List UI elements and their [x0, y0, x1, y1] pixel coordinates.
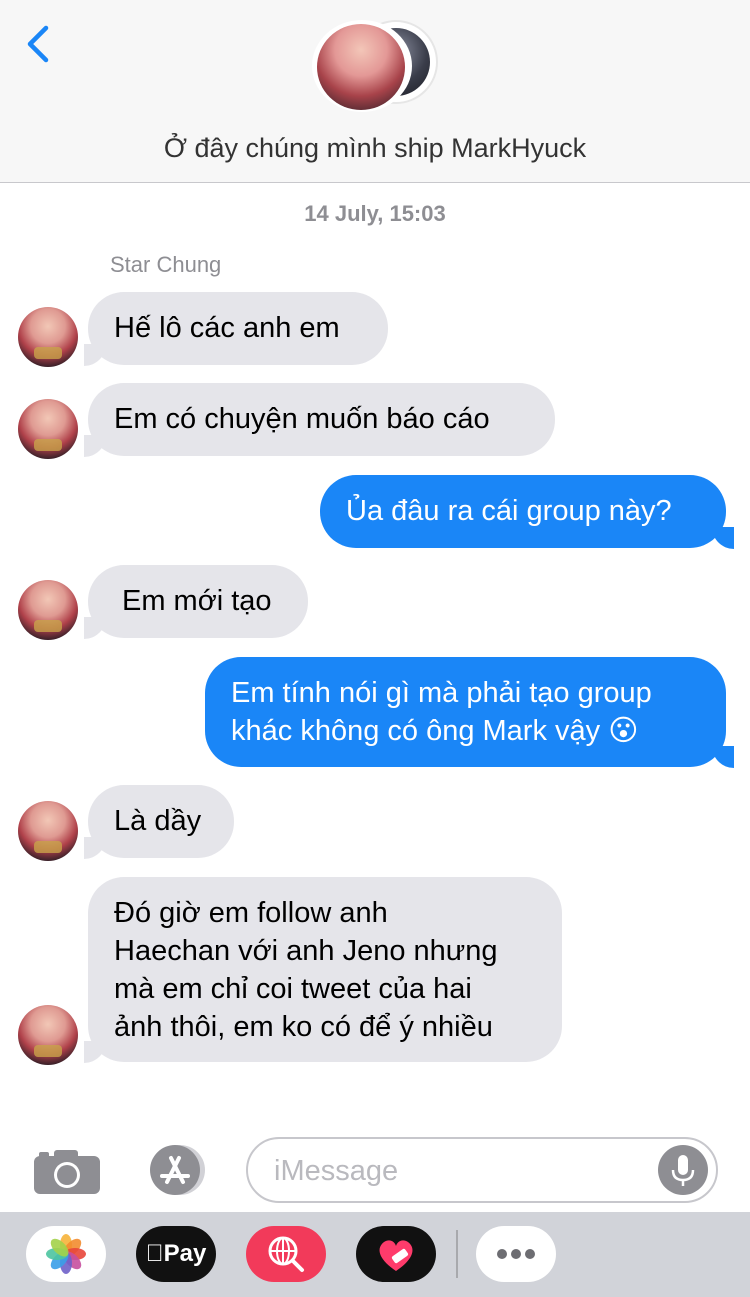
member-avatar-primary — [312, 20, 412, 112]
photos-icon — [46, 1234, 86, 1274]
incoming-message-bubble[interactable]: Là dầy — [88, 785, 234, 858]
apple-pay-label: Pay — [154, 1240, 207, 1267]
camera-button[interactable] — [34, 1148, 100, 1194]
sender-avatar[interactable] — [18, 1005, 78, 1065]
imessage-placeholder: iMessage — [274, 1155, 399, 1187]
more-icon — [497, 1249, 535, 1259]
message-text-line: mà em chỉ coi tweet của hai — [114, 973, 472, 1005]
globe-search-icon — [268, 1236, 304, 1272]
outgoing-message-bubble[interactable]: Ủa đâu ra cái group này? — [320, 475, 726, 548]
app-store-button[interactable] — [140, 1144, 212, 1196]
message-text-line: khác không có ông Mark vậy 😮 — [231, 715, 639, 747]
sender-avatar[interactable] — [18, 580, 78, 640]
heart-icon — [379, 1240, 413, 1271]
camera-icon — [34, 1150, 100, 1194]
back-button[interactable] — [24, 22, 58, 66]
apple-pay-app-button[interactable]: Pay — [136, 1226, 216, 1282]
imessage-input[interactable]: iMessage — [246, 1137, 718, 1203]
message-text-line: Haechan với anh Jeno nhưng — [114, 935, 498, 967]
app-store-icon — [150, 1145, 205, 1195]
compose-bar: iMessage — [0, 1130, 750, 1212]
incoming-message-bubble[interactable]: Em mới tạo — [88, 565, 308, 638]
app-drawer: Pay — [0, 1212, 750, 1297]
conversation-header: Ở đây chúng mình ship MarkHyuck — [0, 0, 750, 183]
message-text-line: Đó giờ em follow anh — [114, 897, 388, 929]
sender-name: Star Chung — [110, 252, 222, 277]
message-text: Em mới tạo — [122, 585, 272, 617]
message-text: Là dầy — [114, 805, 202, 837]
more-apps-button[interactable] — [476, 1226, 556, 1282]
microphone-icon — [671, 1155, 695, 1186]
message-text: Ủa đâu ra cái group này? — [346, 495, 672, 527]
apple-pay-icon: Pay — [136, 1240, 216, 1268]
sender-avatar[interactable] — [18, 307, 78, 367]
digital-touch-app-button[interactable] — [356, 1226, 436, 1282]
message-text: Hế lô các anh em — [114, 312, 340, 344]
sender-avatar[interactable] — [18, 399, 78, 459]
photos-app-button[interactable] — [26, 1226, 106, 1282]
incoming-message-bubble[interactable]: Hế lô các anh em — [88, 292, 388, 365]
incoming-message-bubble[interactable]: Đó giờ em follow anh Haechan với anh Jen… — [88, 877, 562, 1062]
dictation-button[interactable] — [658, 1145, 708, 1195]
group-avatar-stack[interactable] — [312, 16, 442, 116]
outgoing-message-bubble[interactable]: Em tính nói gì mà phải tạo group khác kh… — [205, 657, 726, 767]
message-text-line: Em tính nói gì mà phải tạo group — [231, 677, 652, 709]
sender-avatar[interactable] — [18, 801, 78, 861]
chevron-left-icon — [27, 25, 49, 63]
message-text-line: ảnh thôi, em ko có để ý nhiều — [114, 1011, 493, 1043]
incoming-message-bubble[interactable]: Em có chuyện muốn báo cáo — [88, 383, 555, 456]
message-text: Em có chuyện muốn báo cáo — [114, 403, 490, 435]
drawer-divider — [456, 1230, 458, 1278]
web-search-app-button[interactable] — [246, 1226, 326, 1282]
message-timestamp: 14 July, 15:03 — [304, 201, 446, 226]
conversation-title[interactable]: Ở đây chúng mình ship MarkHyuck — [0, 133, 750, 164]
